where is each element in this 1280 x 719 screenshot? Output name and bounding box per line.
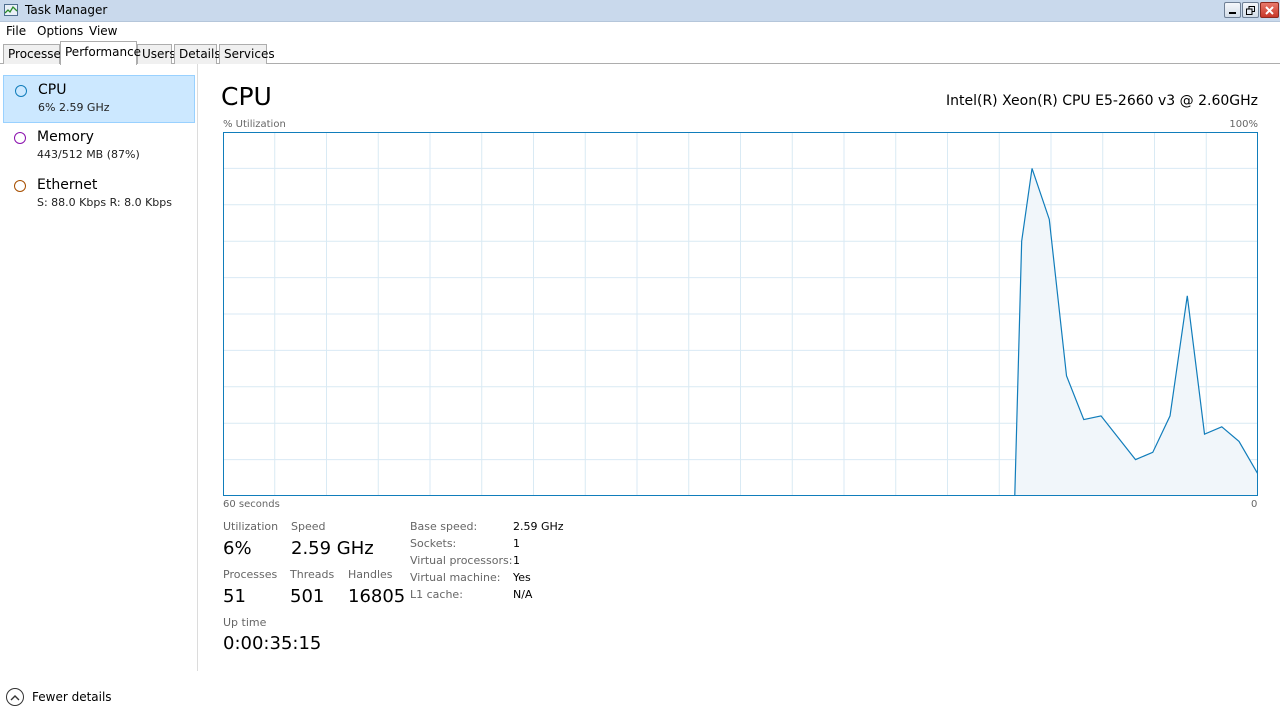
minimize-icon [1229, 11, 1236, 14]
cpu-utilization-graph [223, 132, 1258, 496]
cpu-mini-graph-icon [15, 85, 27, 97]
graph-y-label: % Utilization [223, 119, 286, 130]
cpu-model-name: Intel(R) Xeon(R) CPU E5-2660 v3 @ 2.60GH… [946, 93, 1258, 109]
handles-value: 16805 [348, 586, 406, 607]
title-bar: Task Manager [0, 0, 1280, 22]
base-speed-value: 2.59 GHz [513, 520, 564, 533]
l1-cache-value: N/A [513, 588, 533, 601]
restore-button[interactable] [1242, 2, 1259, 18]
tab-details[interactable]: Details [174, 44, 221, 64]
ethernet-mini-graph-icon [14, 180, 26, 192]
graph-time-label: 60 seconds [223, 499, 280, 510]
sidebar-item-memory[interactable]: Memory 443/512 MB (87%) [3, 123, 195, 171]
utilization-value: 6% [223, 538, 252, 559]
speed-label: Speed [291, 520, 326, 533]
menu-view[interactable]: View [89, 24, 117, 38]
memory-mini-graph-icon [14, 132, 26, 144]
sidebar-item-title: Ethernet [37, 177, 98, 193]
sidebar-item-subtitle: S: 88.0 Kbps R: 8.0 Kbps [37, 196, 172, 209]
tab-users[interactable]: Users [137, 44, 176, 64]
sidebar-item-subtitle: 443/512 MB (87%) [37, 148, 140, 161]
minimize-button[interactable] [1224, 2, 1241, 18]
sidebar-item-title: CPU [38, 82, 67, 98]
menu-options[interactable]: Options [37, 24, 83, 38]
virtual-processors-value: 1 [513, 554, 520, 567]
tab-strip: Processes Performance Users Details Serv… [0, 41, 1280, 65]
handles-label: Handles [348, 568, 393, 581]
sidebar-item-cpu[interactable]: CPU 6% 2.59 GHz [3, 75, 195, 123]
threads-value: 501 [290, 586, 325, 607]
sidebar-item-title: Memory [37, 129, 94, 145]
utilization-area-fill [1006, 168, 1258, 496]
close-button[interactable] [1260, 2, 1279, 18]
chevron-up-icon [6, 688, 24, 706]
window-title: Task Manager [25, 3, 108, 17]
graph-min-label: 0 [1251, 499, 1258, 510]
speed-value: 2.59 GHz [291, 538, 374, 559]
virtual-machine-label: Virtual machine: [410, 571, 501, 584]
tab-performance[interactable]: Performance [60, 41, 141, 65]
base-speed-label: Base speed: [410, 520, 478, 533]
sidebar-item-ethernet[interactable]: Ethernet S: 88.0 Kbps R: 8.0 Kbps [3, 171, 195, 219]
sidebar-item-subtitle: 6% 2.59 GHz [38, 101, 110, 114]
tab-processes[interactable]: Processes [3, 44, 67, 64]
l1-cache-label: L1 cache: [410, 588, 463, 601]
uptime-label: Up time [223, 616, 267, 629]
sockets-value: 1 [513, 537, 520, 550]
menu-bar: File Options View [0, 22, 1280, 41]
threads-label: Threads [290, 568, 335, 581]
utilization-label: Utilization [223, 520, 279, 533]
fewer-details-button[interactable]: Fewer details [6, 687, 112, 707]
graph-max-label: 100% [1229, 119, 1258, 130]
virtual-processors-label: Virtual processors: [410, 554, 513, 567]
page-title: CPU [221, 82, 272, 111]
fewer-details-label: Fewer details [32, 690, 112, 704]
menu-file[interactable]: File [6, 24, 26, 38]
restore-icon [1246, 5, 1255, 15]
sockets-label: Sockets: [410, 537, 457, 550]
tab-services[interactable]: Services [219, 44, 275, 64]
close-icon [1265, 5, 1274, 15]
task-manager-icon [4, 4, 18, 16]
processes-label: Processes [223, 568, 278, 581]
uptime-value: 0:00:35:15 [223, 633, 322, 654]
resource-sidebar: CPU 6% 2.59 GHz Memory 443/512 MB (87%) … [0, 64, 198, 671]
virtual-machine-value: Yes [513, 571, 531, 584]
processes-value: 51 [223, 586, 246, 607]
